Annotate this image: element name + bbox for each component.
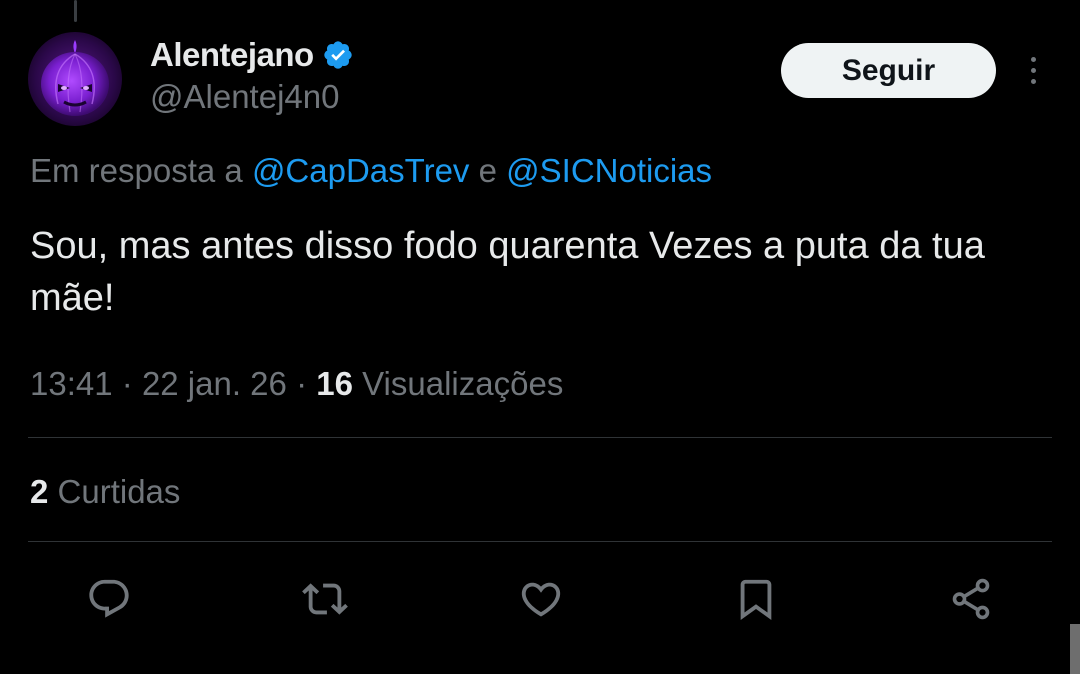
likes-label[interactable]: Curtidas [58,473,181,510]
follow-button[interactable]: Seguir [781,43,996,98]
reply-icon [89,579,129,618]
bookmark-button[interactable] [731,574,781,624]
repost-button[interactable] [300,574,350,624]
repost-icon [302,583,348,615]
divider [28,541,1052,542]
likes-count[interactable]: 2 [30,473,48,510]
views-label: Visualizações [362,365,564,402]
scrollbar-thumb[interactable] [1070,624,1080,674]
author-name-row[interactable]: Alentejano [150,33,354,77]
heart-icon [521,582,561,617]
share-icon [952,578,990,620]
author-display-name[interactable]: Alentejano [150,36,314,74]
mention-link-capdastrev[interactable]: @CapDasTrev [252,152,470,189]
reply-context-connector: e [478,152,497,189]
more-options-icon[interactable] [1018,52,1048,88]
meta-separator: · [296,365,308,402]
likes-summary[interactable]: 2 Curtidas [30,473,180,511]
divider [28,437,1052,438]
like-button[interactable] [516,574,566,624]
tweet-text: Sou, mas antes disso fodo quarenta Vezes… [30,225,985,319]
verified-badge-icon [322,39,354,71]
views-count: 16 [316,365,353,402]
thread-connector-line [74,0,77,22]
author-handle[interactable]: @Alentej4n0 [150,78,339,116]
reply-context: Em resposta a @CapDasTrev e @SICNoticias [30,152,712,190]
mention-link-sicnoticias[interactable]: @SICNoticias [506,152,712,189]
share-button[interactable] [946,574,996,624]
avatar[interactable] [28,32,122,126]
tweet-time[interactable]: 13:41 [30,365,113,402]
avatar-onion-image [28,32,122,126]
tweet-date[interactable]: 22 jan. 26 [142,365,287,402]
reply-context-prefix: Em resposta a [30,152,243,189]
tweet-meta: 13:41 · 22 jan. 26 · 16 Visualizações [30,365,563,403]
meta-separator: · [121,365,133,402]
reply-button[interactable] [84,574,134,624]
bookmark-icon [740,579,772,620]
